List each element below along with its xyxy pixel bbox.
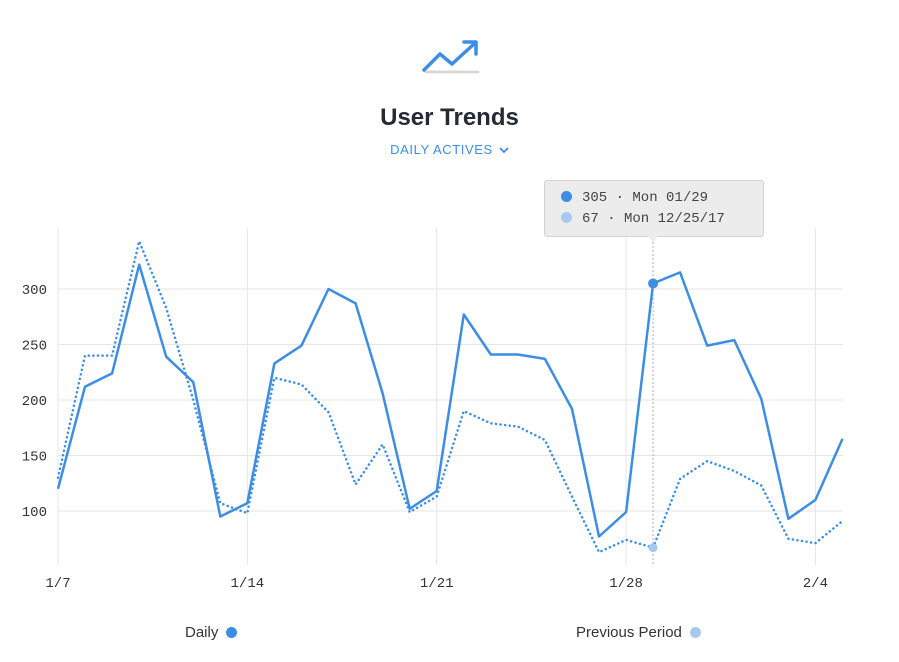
daily-highlight-point (648, 278, 659, 289)
legend-item-daily[interactable]: Daily (185, 624, 238, 641)
tooltip-row-previous: 67 · Mon 12/25/17 (561, 209, 725, 229)
y-tick-label: 150 (22, 450, 47, 466)
y-axis-labels: 100 150 200 250 300 (22, 283, 47, 521)
tooltip-previous-text: 67 · Mon 12/25/17 (582, 211, 725, 227)
series-daily-points (648, 278, 659, 289)
tooltip-row-current: 305 · Mon 01/29 (561, 188, 708, 208)
legend-daily-label: Daily (185, 624, 219, 641)
series-daily-line (56, 263, 844, 538)
legend-previous-dot (689, 627, 701, 638)
hover-tooltip: 305 · Mon 01/29 67 · Mon 12/25/17 (544, 180, 764, 237)
tooltip-current-text: 305 · Mon 01/29 (582, 190, 709, 206)
y-tick-label: 100 (22, 505, 47, 521)
page-title: User Trends (380, 104, 519, 131)
tooltip-arrow (647, 235, 659, 242)
x-tick-label: 1/21 (420, 576, 454, 592)
y-tick-label: 300 (22, 283, 47, 299)
tooltip-current-dot (561, 191, 572, 202)
legend-item-previous[interactable]: Previous Period (576, 624, 701, 641)
tooltip-previous-dot (561, 212, 572, 223)
chevron-down-icon (499, 147, 509, 154)
y-tick-label: 200 (22, 394, 47, 410)
trend-up-icon (422, 40, 480, 74)
series-previous-period-points (648, 543, 658, 553)
metric-dropdown-label: DAILY ACTIVES (390, 142, 493, 157)
y-tick-label: 250 (22, 339, 47, 355)
line-chart: 100 150 200 250 300 1/7 1/14 1/21 1/28 2/4 (22, 228, 844, 592)
vertical-grid (57, 228, 816, 565)
x-tick-label: 2/4 (803, 576, 828, 592)
metric-dropdown[interactable]: DAILY ACTIVES (0, 142, 899, 157)
x-tick-label: 1/28 (609, 576, 643, 592)
legend-previous-label: Previous Period (576, 624, 682, 641)
x-tick-label: 1/7 (45, 576, 70, 592)
previous-highlight-point (648, 543, 658, 553)
x-axis-labels: 1/7 1/14 1/21 1/28 2/4 (45, 576, 828, 592)
x-tick-label: 1/14 (231, 576, 265, 592)
legend-daily-dot (226, 627, 238, 638)
